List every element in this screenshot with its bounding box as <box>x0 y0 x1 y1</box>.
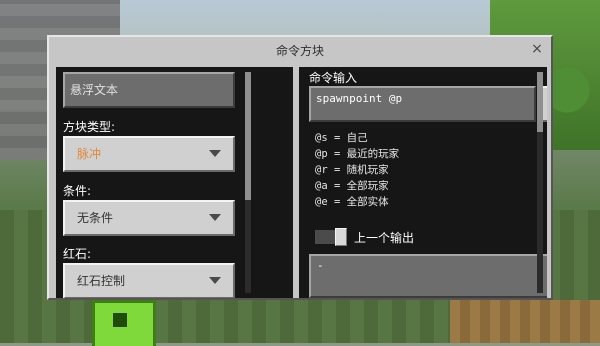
selector-help-item: @e = 全部实体 <box>315 196 389 208</box>
selector-help-item: @a = 全部玩家 <box>315 180 389 192</box>
background-green-mob <box>92 300 156 346</box>
condition-value: 无条件 <box>77 211 114 225</box>
command-panel: 命令输入 spawnpoint @p + @s = 自己 @p = 最近的玩家 … <box>299 67 547 298</box>
command-input-label: 命令输入 <box>309 71 358 85</box>
dialog-title: 命令方块 <box>275 43 324 58</box>
toggle-knob <box>335 228 347 246</box>
selector-help-item: @r = 随机玩家 <box>315 164 389 176</box>
condition-dropdown[interactable]: 无条件 <box>63 200 235 236</box>
chevron-down-icon <box>209 214 221 221</box>
settings-panel: 悬浮文本 方块类型: 脉冲 条件: 无条件 红石: 红石控制 <box>56 67 293 298</box>
redstone-label: 红石: <box>63 247 92 261</box>
selector-help-item: @p = 最近的玩家 <box>315 148 400 160</box>
block-type-dropdown[interactable]: 脉冲 <box>63 136 235 172</box>
previous-output-toggle[interactable] <box>315 228 347 246</box>
command-input[interactable]: spawnpoint @p <box>309 86 536 122</box>
left-scrollbar-thumb[interactable] <box>245 72 251 200</box>
hover-text-field[interactable]: 悬浮文本 <box>63 72 235 108</box>
previous-output-label: 上一个输出 <box>354 231 415 245</box>
block-type-value: 脉冲 <box>77 147 102 161</box>
redstone-dropdown[interactable]: 红石控制 <box>63 263 235 298</box>
chevron-down-icon <box>209 150 221 157</box>
close-icon[interactable]: × <box>529 41 545 57</box>
chevron-down-icon <box>209 277 221 284</box>
selector-help-item: @s = 自己 <box>315 132 368 144</box>
block-type-label: 方块类型: <box>63 120 116 134</box>
previous-output-field: - <box>309 254 547 298</box>
command-block-dialog: 命令方块 × 悬浮文本 方块类型: 脉冲 条件: 无条件 红石: 红石控制 命令… <box>47 35 553 300</box>
redstone-value: 红石控制 <box>77 274 126 288</box>
condition-label: 条件: <box>63 184 92 198</box>
background-wood-planks <box>450 300 600 343</box>
selector-help-list: @s = 自己 @p = 最近的玩家 @r = 随机玩家 @a = 全部玩家 @… <box>315 130 399 210</box>
right-scrollbar-thumb[interactable] <box>537 72 543 132</box>
